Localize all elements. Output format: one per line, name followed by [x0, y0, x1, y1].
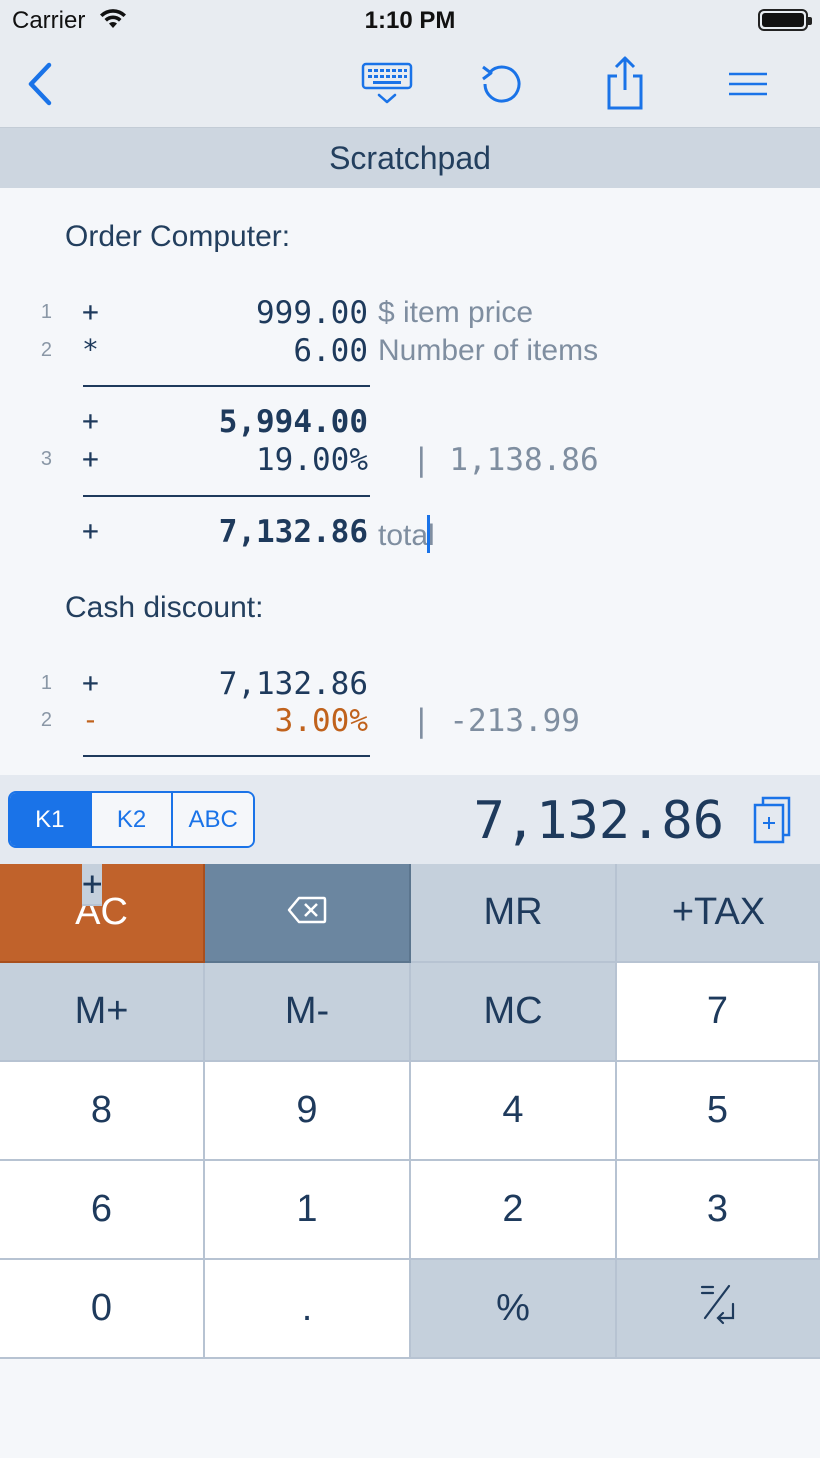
digit-4-key[interactable]: 4 [411, 1062, 617, 1161]
sum-divider [83, 755, 370, 757]
equals-enter-icon [699, 1282, 739, 1336]
memory-recall-key[interactable]: MR [411, 864, 617, 963]
digit-0-key[interactable]: 0 [0, 1260, 205, 1359]
decimal-key[interactable]: . [205, 1260, 411, 1359]
copy-plus-icon[interactable] [752, 795, 792, 850]
line-value: 999.00 [256, 295, 368, 331]
line-value: 5,994.00 [218, 404, 368, 440]
section-heading: Cash discount: [65, 591, 264, 624]
text-cursor [426, 515, 430, 553]
line-value: 6.00 [293, 333, 368, 369]
tab-k1[interactable]: K1 [10, 793, 92, 846]
percent-amount: | 1,138.86 [412, 442, 599, 478]
chevron-left-icon[interactable] [18, 52, 62, 116]
memory-tabs: K1 K2 ABC [8, 791, 255, 848]
backspace-icon [287, 891, 327, 934]
digit-8-key[interactable]: 8 [0, 1062, 205, 1161]
line-comment: $ item price [378, 296, 534, 329]
add-tax-key[interactable]: +TAX [617, 864, 820, 963]
digit-3-key[interactable]: 3 [617, 1161, 820, 1260]
battery-icon [758, 9, 812, 31]
calc-line[interactable]: 1 + 7,132.86 [0, 666, 820, 704]
line-number: 3 [40, 448, 52, 470]
line-value: 7,132.86 [218, 666, 368, 702]
line-operator: + [82, 666, 99, 699]
line-value: 3.00% [274, 703, 368, 739]
share-icon[interactable] [598, 52, 652, 116]
tab-abc[interactable]: ABC [173, 793, 253, 846]
memory-clear-key[interactable]: MC [411, 963, 617, 1062]
digit-1-key[interactable]: 1 [205, 1161, 411, 1260]
line-value: 7,132.86 [218, 514, 368, 550]
line-number: 1 [40, 672, 52, 694]
all-clear-key[interactable]: AC [0, 864, 205, 963]
status-bar: Carrier 1:10 PM [0, 0, 820, 40]
digit-7-key[interactable]: 7 [617, 963, 820, 1062]
line-operator: + [82, 404, 99, 437]
percent-key[interactable]: % [411, 1260, 617, 1359]
undo-icon[interactable] [476, 52, 528, 116]
line-operator: + [82, 295, 99, 328]
calc-line[interactable]: 2 * 6.00 Number of items [0, 333, 820, 371]
page-title: Scratchpad [0, 128, 820, 188]
section-heading: Order Computer: [65, 220, 291, 253]
line-value: 19.00% [256, 442, 368, 478]
calc-line-subtotal[interactable]: + 5,994.00 [0, 404, 820, 442]
line-number: 1 [40, 301, 52, 323]
hamburger-menu-icon[interactable] [722, 52, 774, 116]
tab-k2[interactable]: K2 [91, 793, 174, 846]
keyboard-hide-icon[interactable] [358, 52, 416, 116]
digit-5-key[interactable]: 5 [617, 1062, 820, 1161]
line-comment: Number of items [378, 334, 599, 367]
sum-divider [83, 385, 370, 387]
result-display: 7,132.86 [473, 791, 724, 851]
equals-enter-key[interactable] [617, 1260, 820, 1359]
calc-line[interactable]: 1 + 999.00 $ item price [0, 295, 820, 333]
digit-2-key[interactable]: 2 [411, 1161, 617, 1260]
calc-line[interactable]: 2 - 3.00% | -213.99 [0, 703, 820, 741]
line-operator: * [82, 333, 99, 366]
line-comment: total [378, 515, 435, 553]
scratchpad[interactable]: Order Computer: 1 + 999.00 $ item price … [0, 188, 820, 775]
nav-bar [0, 40, 820, 128]
digit-9-key[interactable]: 9 [205, 1062, 411, 1161]
sum-divider [83, 495, 370, 497]
clock: 1:10 PM [364, 7, 456, 34]
calc-line-total[interactable]: + 7,132.86 total [0, 514, 820, 553]
display-bar: K1 K2 ABC 7,132.86 [0, 775, 820, 864]
memory-subtract-key[interactable]: M- [205, 963, 411, 1062]
line-operator: - [82, 703, 99, 736]
line-operator: + [82, 514, 99, 547]
calc-line[interactable]: 3 + 19.00% | 1,138.86 [0, 442, 820, 480]
percent-amount: | -213.99 [412, 703, 580, 739]
line-operator: + [82, 442, 99, 475]
line-number: 2 [40, 339, 52, 361]
backspace-key[interactable] [205, 864, 411, 963]
memory-add-key[interactable]: M+ [0, 963, 205, 1062]
keypad: AC MR +TAX M+ M- MC ÷ 7 8 9 × 4 5 6 - 1 … [0, 864, 820, 1458]
add-key[interactable]: + [82, 864, 103, 906]
digit-6-key[interactable]: 6 [0, 1161, 205, 1260]
line-number: 2 [40, 709, 52, 731]
